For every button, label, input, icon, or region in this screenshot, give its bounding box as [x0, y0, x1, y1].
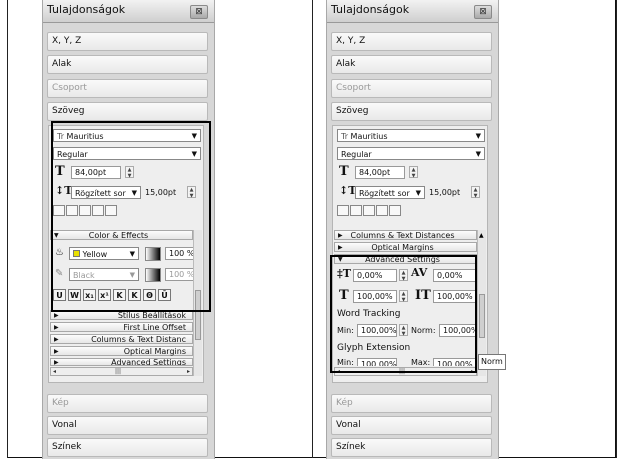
- group-columns-distances[interactable]: ▶ Columns & Text Distances: [334, 230, 477, 240]
- scroll-right-icon: ▸: [186, 368, 190, 375]
- align-force-icon[interactable]: [389, 205, 401, 216]
- triangle-right-icon: ▶: [338, 232, 343, 239]
- section-colors[interactable]: Színek: [47, 438, 208, 457]
- scroll-left-icon: ◂: [53, 368, 57, 375]
- scroll-thumb[interactable]: [479, 294, 485, 338]
- scroll-up-icon: ▲: [479, 232, 484, 239]
- panel-titlebar[interactable]: Tulajdonságok ⊠: [43, 0, 214, 23]
- line-spacing-icon: ↕T: [339, 184, 357, 197]
- panel-title: Tulajdonságok: [331, 3, 410, 16]
- section-line[interactable]: Vonal: [47, 416, 208, 435]
- triangle-right-icon: ▶: [54, 312, 59, 319]
- section-shape[interactable]: Alak: [47, 55, 208, 74]
- align-right-icon[interactable]: [363, 205, 375, 216]
- align-center-icon[interactable]: [350, 205, 362, 216]
- chevron-down-icon: ▼: [475, 132, 481, 140]
- norm-tooltip: Norm: [478, 354, 506, 370]
- line-spacing-value: 15,00pt: [429, 188, 461, 197]
- group-first-line-offset-label: First Line Offset: [123, 323, 186, 332]
- font-family-value: Mauritius: [350, 132, 388, 141]
- group-advanced-settings[interactable]: ▶ Advanced Settings: [50, 358, 193, 366]
- triangle-right-icon: ▶: [54, 359, 59, 366]
- section-line[interactable]: Vonal: [331, 416, 492, 435]
- group-style-settings-label: Stílus Beállítások: [117, 311, 186, 320]
- close-icon[interactable]: ⊠: [190, 5, 208, 19]
- group-optical-margins[interactable]: ▶ Optical Margins: [334, 242, 477, 252]
- properties-panel-right: Tulajdonságok ⊠ X, Y, Z Alak Csoport Szö…: [326, 0, 499, 459]
- section-shape[interactable]: Alak: [331, 55, 492, 74]
- highlight-box-left: [51, 121, 211, 312]
- panel-title: Tulajdonságok: [47, 3, 126, 16]
- font-size-input[interactable]: 84,00pt: [355, 166, 405, 179]
- group-columns-distances-label: Columns & Text Distances: [350, 231, 455, 240]
- section-group[interactable]: Csoport: [331, 79, 492, 98]
- group-advanced-settings-label: Advanced Settings: [111, 358, 186, 366]
- section-group[interactable]: Csoport: [47, 79, 208, 98]
- section-xyz[interactable]: X, Y, Z: [47, 32, 208, 51]
- align-justify-icon[interactable]: [376, 205, 388, 216]
- frame-left-edge: [7, 0, 8, 458]
- triangle-right-icon: ▶: [54, 324, 59, 331]
- frame-divider: [312, 0, 313, 458]
- section-colors[interactable]: Színek: [331, 438, 492, 457]
- group-optical-margins[interactable]: ▶ Optical Margins: [50, 346, 193, 356]
- group-columns-distances[interactable]: ▶ Columns & Text Distanc: [50, 334, 193, 344]
- frame-right-edge: [616, 0, 617, 458]
- chevron-down-icon: ▼: [475, 150, 481, 158]
- panel-titlebar[interactable]: Tulajdonságok ⊠: [327, 0, 498, 23]
- section-text[interactable]: Szöveg: [47, 102, 208, 121]
- group-optical-margins-label: Optical Margins: [123, 347, 186, 356]
- triangle-right-icon: ▶: [338, 244, 343, 251]
- group-optical-margins-label: Optical Margins: [371, 243, 434, 252]
- horizontal-scrollbar[interactable]: ◂ ||| ▸: [50, 367, 193, 376]
- line-spacing-stepper[interactable]: ▲ ▼: [471, 186, 480, 199]
- font-style-value: Regular: [341, 150, 372, 159]
- chevron-down-icon: ▼: [415, 189, 421, 197]
- alignment-buttons: [337, 205, 401, 216]
- close-icon[interactable]: ⊠: [474, 5, 492, 19]
- font-family-select[interactable]: Tr Mauritius ▼: [337, 129, 485, 142]
- highlight-box-right: [330, 255, 477, 373]
- align-left-icon[interactable]: [337, 205, 349, 216]
- section-text[interactable]: Szöveg: [331, 102, 492, 121]
- line-spacing-mode-value: Rögzített sor: [359, 189, 410, 198]
- section-image[interactable]: Kép: [47, 394, 208, 413]
- font-type-icon: Tr: [341, 132, 351, 141]
- group-columns-distances-label: Columns & Text Distanc: [91, 335, 186, 344]
- section-xyz[interactable]: X, Y, Z: [331, 32, 492, 51]
- triangle-right-icon: ▶: [54, 336, 59, 343]
- section-image[interactable]: Kép: [331, 394, 492, 413]
- font-size-icon: T: [339, 164, 349, 179]
- line-spacing-mode-select[interactable]: Rögzített sor ▼: [355, 186, 425, 199]
- triangle-right-icon: ▶: [54, 348, 59, 355]
- scroll-grip-icon: |||: [115, 368, 122, 375]
- font-style-select[interactable]: Regular ▼: [337, 147, 485, 160]
- font-size-stepper[interactable]: ▲ ▼: [409, 166, 418, 179]
- group-first-line-offset[interactable]: ▶ First Line Offset: [50, 322, 193, 332]
